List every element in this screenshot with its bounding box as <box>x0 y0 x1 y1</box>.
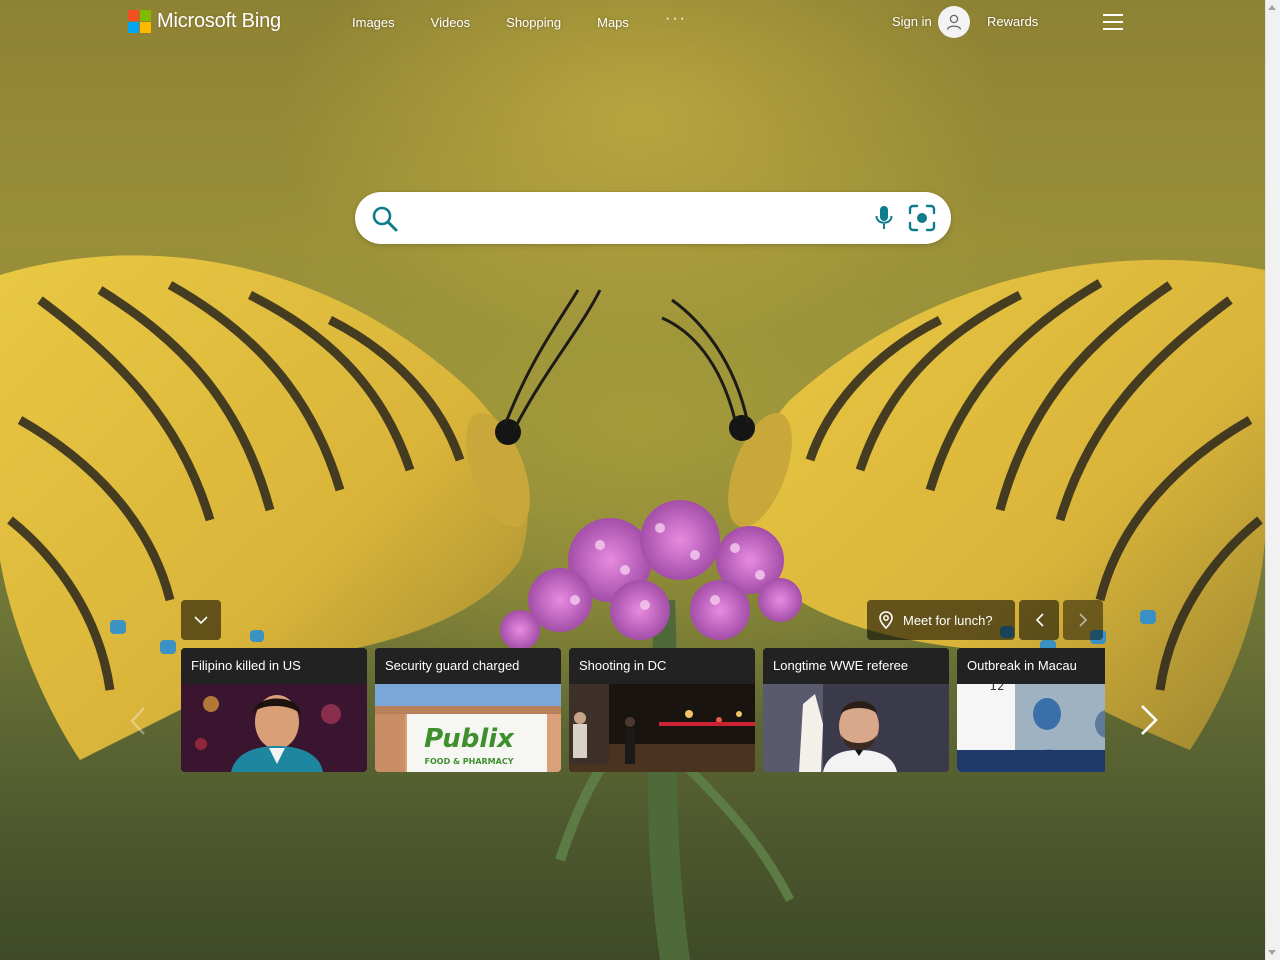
macau-sign-text: 12 <box>989 684 1004 693</box>
publix-sub-text: FOOD & PHARMACY <box>425 757 514 766</box>
news-card-image: 12 <box>957 684 1105 772</box>
scroll-down-arrow-icon[interactable] <box>1268 950 1276 955</box>
chevron-right-icon <box>1078 613 1087 627</box>
scope-nav: Images Videos Shopping Maps <box>352 15 665 30</box>
nav-videos[interactable]: Videos <box>431 15 471 30</box>
news-card[interactable]: Longtime WWE referee <box>763 648 949 772</box>
news-card-title: Longtime WWE referee <box>763 648 949 684</box>
news-card-image: Publix FOOD & PHARMACY <box>375 684 561 772</box>
nav-maps[interactable]: Maps <box>597 15 629 30</box>
search-input[interactable] <box>409 202 849 234</box>
nav-shopping[interactable]: Shopping <box>506 15 561 30</box>
more-menu-button[interactable]: ··· <box>665 10 687 28</box>
visual-search-icon[interactable] <box>908 204 936 232</box>
meet-for-lunch-label: Meet for lunch? <box>903 612 993 628</box>
news-card-title: Security guard charged <box>375 648 561 684</box>
news-card[interactable]: Filipino killed in US <box>181 648 367 772</box>
chevron-left-icon <box>1035 613 1044 627</box>
news-carousel: Filipino killed in US Security guard cha… <box>181 648 1105 772</box>
background-image <box>0 0 1265 960</box>
location-pin-icon <box>879 611 893 629</box>
news-card-image <box>181 684 367 772</box>
next-button[interactable] <box>1063 600 1103 640</box>
news-card[interactable]: Outbreak in Macau 12 <box>957 648 1105 772</box>
carousel-right-arrow-icon[interactable] <box>1138 704 1160 736</box>
news-card-title: Filipino killed in US <box>181 648 367 684</box>
rewards-link[interactable]: Rewards <box>987 14 1038 29</box>
microphone-icon[interactable] <box>875 205 893 231</box>
collapse-news-button[interactable] <box>181 600 221 640</box>
logo-text: Microsoft Bing <box>157 10 281 32</box>
search-box <box>355 192 951 244</box>
nav-images[interactable]: Images <box>352 15 395 30</box>
microsoft-logo-icon <box>128 10 151 33</box>
user-icon <box>946 14 962 30</box>
search-icon[interactable] <box>371 205 399 233</box>
meet-for-lunch-button[interactable]: Meet for lunch? <box>867 600 1015 640</box>
page-scrollbar[interactable] <box>1265 0 1280 960</box>
previous-button[interactable] <box>1019 600 1059 640</box>
news-card[interactable]: Security guard charged Publix FOOD & PHA… <box>375 648 561 772</box>
news-card-title: Outbreak in Macau <box>957 648 1105 684</box>
news-card-image <box>763 684 949 772</box>
news-card-title: Shooting in DC <box>569 648 755 684</box>
top-bar: Microsoft Bing Images Videos Shopping Ma… <box>0 0 1265 46</box>
carousel-left-arrow-icon[interactable] <box>128 706 148 736</box>
sign-in-link[interactable]: Sign in <box>892 14 932 29</box>
bing-logo[interactable]: Microsoft Bing <box>128 10 281 33</box>
publix-sign-text: Publix <box>424 724 515 754</box>
news-card[interactable]: Shooting in DC <box>569 648 755 772</box>
news-card-image <box>569 684 755 772</box>
chevron-down-icon <box>194 615 208 624</box>
scroll-up-arrow-icon[interactable] <box>1268 5 1276 10</box>
hamburger-menu-icon[interactable] <box>1103 14 1123 30</box>
avatar[interactable] <box>938 6 970 38</box>
